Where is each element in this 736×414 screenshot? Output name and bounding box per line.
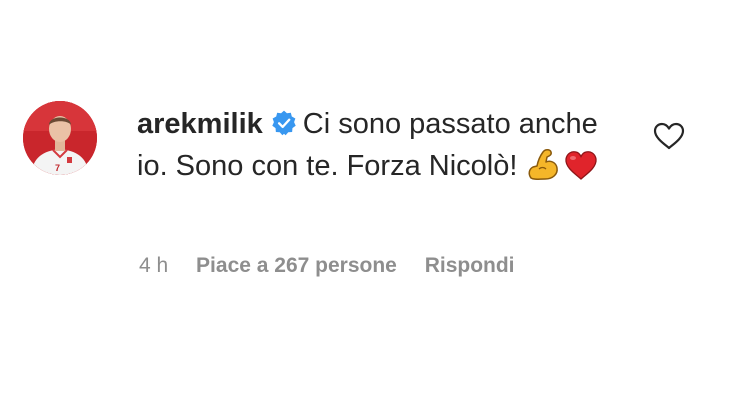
verified-badge-icon bbox=[272, 110, 296, 136]
like-heart-icon[interactable] bbox=[652, 121, 686, 151]
username[interactable]: arekmilik bbox=[137, 108, 263, 140]
comment-meta: 4 h Piace a 267 persone Rispondi bbox=[139, 254, 537, 278]
red-heart-icon bbox=[565, 151, 598, 180]
svg-text:7: 7 bbox=[55, 163, 60, 173]
flexed-biceps-icon bbox=[528, 149, 559, 180]
comment-body: arekmilik Ci sono passato anche io. Sono… bbox=[137, 103, 607, 187]
comment: 7 arekmilik Ci sono passato anche io. So… bbox=[0, 0, 736, 414]
comment-time[interactable]: 4 h bbox=[139, 254, 168, 278]
avatar[interactable]: 7 bbox=[23, 101, 97, 175]
avatar-image: 7 bbox=[23, 101, 97, 175]
likes-count-button[interactable]: Piace a 267 persone bbox=[196, 254, 397, 278]
reply-button[interactable]: Rispondi bbox=[425, 254, 515, 278]
